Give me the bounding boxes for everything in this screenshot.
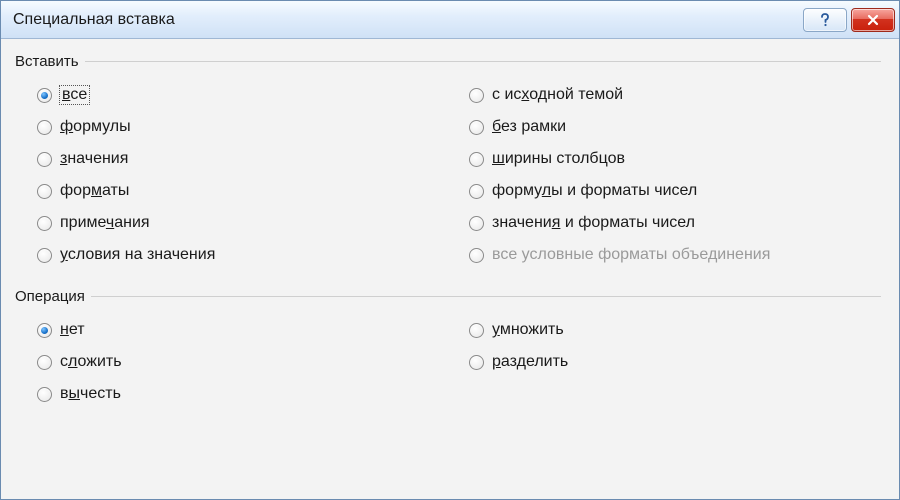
radio-indicator (37, 88, 52, 103)
radio-op-subtract[interactable]: вычесть (37, 385, 449, 403)
close-button[interactable] (851, 8, 895, 32)
dialog-content: Вставить все с исходной темой формулы (1, 39, 899, 499)
radio-indicator (37, 184, 52, 199)
radio-indicator (469, 248, 484, 263)
radio-label: формулы (60, 118, 131, 136)
help-icon (819, 13, 831, 27)
radio-indicator (469, 184, 484, 199)
radio-label: нет (60, 321, 85, 339)
radio-validation[interactable]: условия на значения (37, 246, 449, 264)
titlebar-buttons (803, 8, 895, 32)
radio-valnums[interactable]: значения и форматы чисел (469, 214, 881, 232)
radio-formats[interactable]: форматы (37, 182, 449, 200)
radio-formnums[interactable]: формулы и форматы чисел (469, 182, 881, 200)
radio-label: формулы и форматы чисел (492, 182, 697, 200)
radio-label: условия на значения (60, 246, 215, 264)
titlebar: Специальная вставка (1, 1, 899, 39)
radio-indicator (37, 355, 52, 370)
radio-indicator (469, 152, 484, 167)
radio-indicator (469, 323, 484, 338)
radio-indicator (37, 387, 52, 402)
radio-op-add[interactable]: сложить (37, 353, 449, 371)
radio-label: сложить (60, 353, 122, 371)
radio-indicator (469, 120, 484, 135)
group-paste-legend: Вставить (15, 53, 85, 70)
radio-comments[interactable]: примечания (37, 214, 449, 232)
dialog-title: Специальная вставка (13, 11, 803, 29)
radio-indicator (469, 216, 484, 231)
radio-indicator (469, 88, 484, 103)
radio-op-divide[interactable]: разделить (469, 353, 881, 371)
radio-label: ширины столбцов (492, 150, 625, 168)
radio-label: значения (60, 150, 128, 168)
radio-label: вычесть (60, 385, 121, 403)
radio-label: форматы (60, 182, 129, 200)
paste-options: все с исходной темой формулы без рамки з… (19, 80, 881, 274)
operation-options: нет умножить сложить разделить вычесть (19, 315, 881, 413)
radio-label: разделить (492, 353, 568, 371)
radio-all[interactable]: все (37, 86, 449, 104)
radio-indicator (37, 152, 52, 167)
close-icon (866, 14, 880, 26)
radio-label: все условные форматы объединения (492, 246, 770, 264)
group-paste: Вставить все с исходной темой формулы (19, 53, 881, 274)
radio-label: с исходной темой (492, 86, 623, 104)
radio-formulas[interactable]: формулы (37, 118, 449, 136)
radio-indicator (37, 120, 52, 135)
group-operation-legend: Операция (15, 288, 91, 305)
radio-colwidths[interactable]: ширины столбцов (469, 150, 881, 168)
radio-indicator (37, 216, 52, 231)
radio-values[interactable]: значения (37, 150, 449, 168)
radio-indicator (469, 355, 484, 370)
radio-indicator (37, 248, 52, 263)
radio-label: примечания (60, 214, 150, 232)
paste-special-dialog: Специальная вставка Вставить (0, 0, 900, 500)
radio-theme[interactable]: с исходной темой (469, 86, 881, 104)
group-operation: Операция нет умножить сложить разделить (19, 288, 881, 413)
radio-indicator (37, 323, 52, 338)
radio-op-multiply[interactable]: умножить (469, 321, 881, 339)
radio-label: умножить (492, 321, 564, 339)
radio-op-none[interactable]: нет (37, 321, 449, 339)
radio-mergecond: все условные форматы объединения (469, 246, 881, 264)
radio-noborder[interactable]: без рамки (469, 118, 881, 136)
radio-label: значения и форматы чисел (492, 214, 695, 232)
radio-label: все (60, 86, 89, 104)
radio-label: без рамки (492, 118, 566, 136)
help-button[interactable] (803, 8, 847, 32)
